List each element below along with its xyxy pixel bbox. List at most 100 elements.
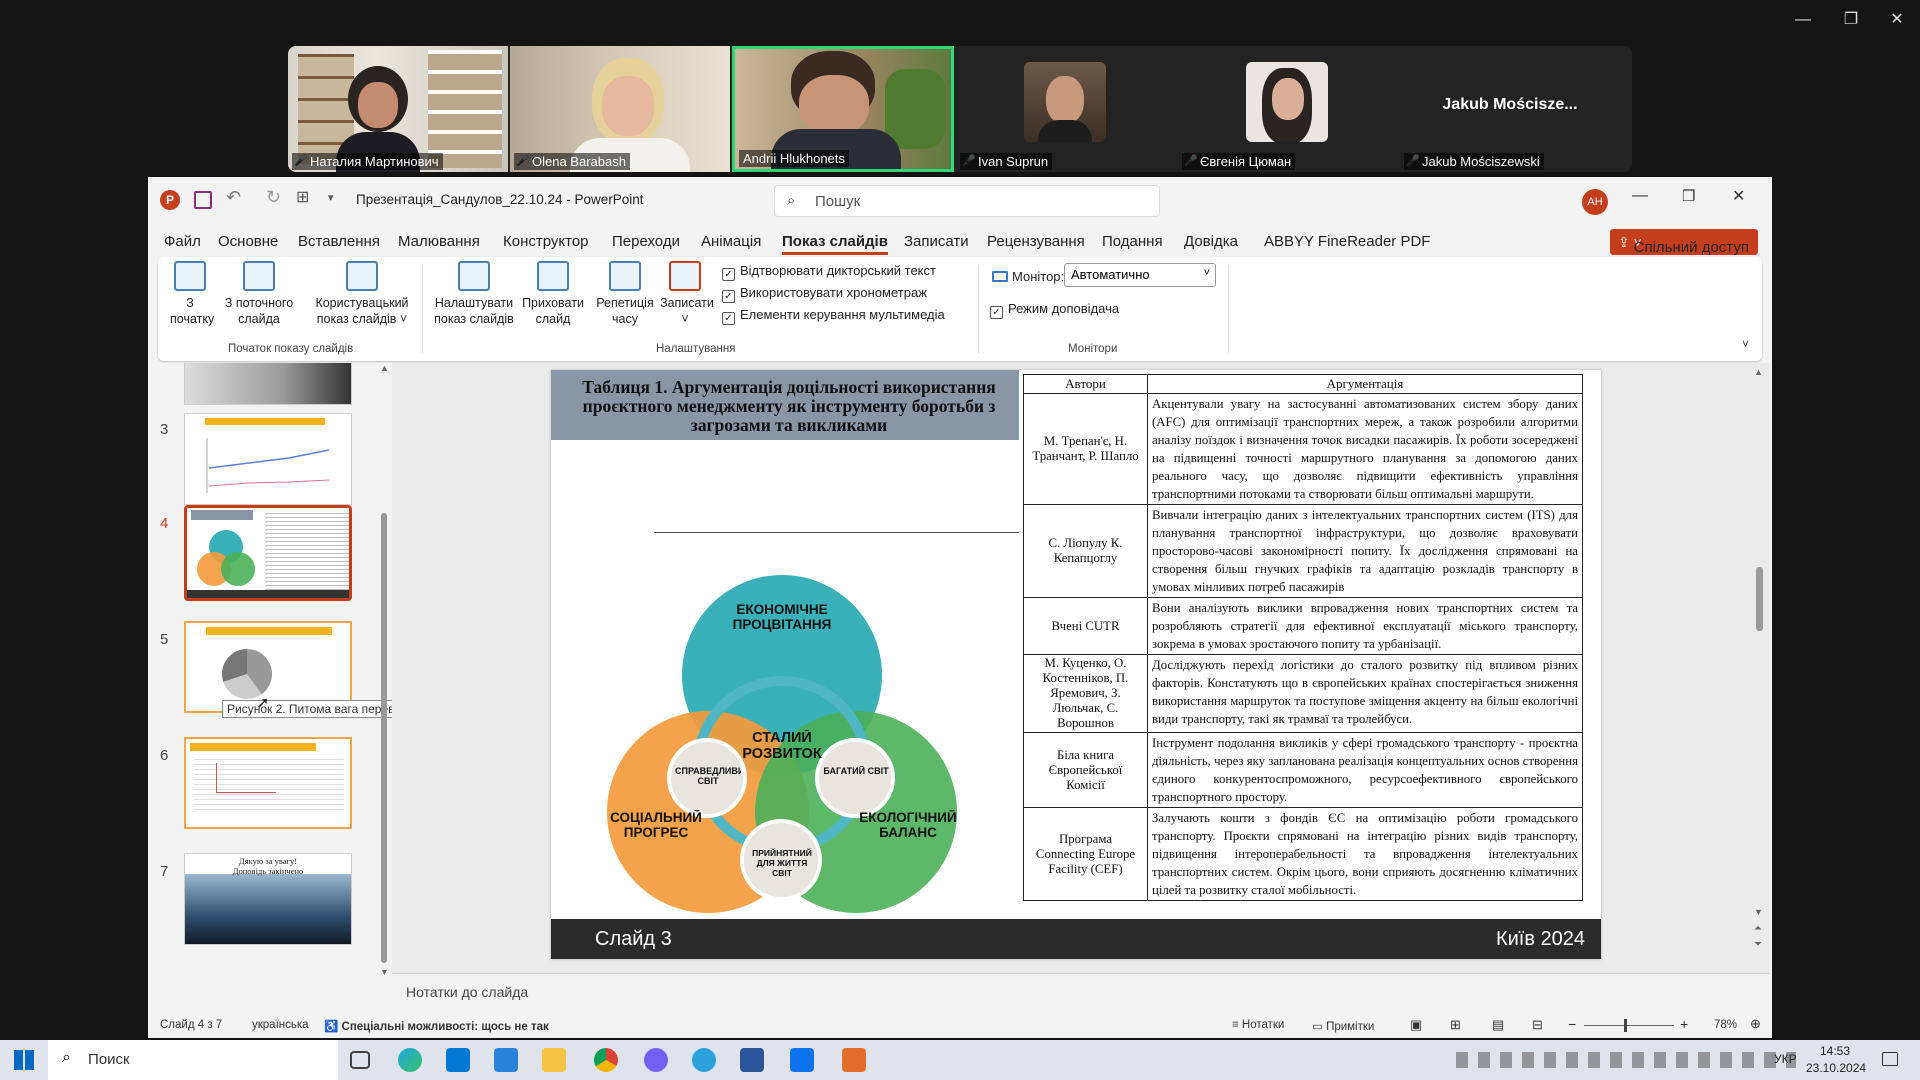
share-button[interactable]: ⇪ Спільний доступ ˅ bbox=[1610, 229, 1758, 256]
setup-show-button[interactable]: Налаштувати показ слайдів bbox=[432, 261, 516, 327]
notes-pane[interactable]: Нотатки до слайда bbox=[392, 973, 1770, 1009]
search-box[interactable]: ⌕ Пошук bbox=[774, 185, 1160, 217]
reading-view-icon[interactable]: ▤ bbox=[1492, 1017, 1504, 1033]
powerpoint-taskbar-icon[interactable] bbox=[842, 1048, 866, 1072]
slide-thumbnail-selected[interactable] bbox=[184, 505, 352, 601]
customize-toolbar-icon[interactable]: ▾ bbox=[328, 191, 334, 204]
scroll-up-icon[interactable]: ▲ bbox=[1754, 367, 1763, 377]
tab-slideshow[interactable]: Показ слайдів bbox=[782, 233, 888, 255]
redo-icon[interactable]: ↻ bbox=[266, 187, 281, 208]
narrations-checkbox[interactable]: ✓ Відтворювати дикторський текст bbox=[722, 263, 936, 281]
slide-sorter-icon[interactable]: ⊞ bbox=[1450, 1017, 1461, 1033]
btn-label: Налаштувати bbox=[434, 296, 514, 310]
slide-thumbnail[interactable] bbox=[184, 363, 352, 405]
comments-toggle-button[interactable]: ▭ Примітки bbox=[1312, 1019, 1374, 1033]
participant-tile[interactable]: 🎤 Olena Barabash bbox=[510, 46, 730, 172]
minimize-button[interactable]: — bbox=[1788, 8, 1818, 32]
avatar[interactable]: АН bbox=[1582, 189, 1608, 215]
from-current-button[interactable]: З поточного слайда bbox=[216, 261, 302, 327]
chrome-icon[interactable] bbox=[594, 1048, 618, 1072]
restore-button[interactable]: ❐ bbox=[1836, 8, 1866, 32]
collapse-ribbon-icon[interactable]: ˅ bbox=[1742, 337, 1749, 351]
scroll-down-icon[interactable]: ▼ bbox=[1754, 907, 1763, 917]
scroll-thumb[interactable] bbox=[381, 513, 387, 963]
tab-animations[interactable]: Анімація bbox=[701, 233, 761, 250]
present-icon[interactable]: ⊞ bbox=[296, 187, 309, 207]
telegram-icon[interactable] bbox=[692, 1048, 716, 1072]
mail-icon[interactable] bbox=[446, 1048, 470, 1072]
participant-tile[interactable]: 🎤 Ivan Suprun bbox=[956, 46, 1176, 172]
thumbnails-scrollbar[interactable]: ▲ ▼ bbox=[380, 363, 389, 979]
tab-file[interactable]: Файл bbox=[164, 233, 201, 250]
input-language[interactable]: УКР bbox=[1774, 1052, 1797, 1066]
hide-slide-button[interactable]: Приховати слайд bbox=[520, 261, 586, 327]
save-icon[interactable] bbox=[194, 191, 212, 209]
clock-time[interactable]: 14:53 bbox=[1820, 1044, 1850, 1058]
from-beginning-button[interactable]: Зпочатку bbox=[170, 261, 214, 327]
tab-view[interactable]: Подання bbox=[1102, 233, 1163, 250]
zoom-level[interactable]: 78% bbox=[1714, 1019, 1737, 1031]
monitor-select[interactable]: Автоматично ˅ bbox=[1064, 263, 1216, 287]
store-icon[interactable] bbox=[494, 1048, 518, 1072]
pp-minimize-button[interactable]: — bbox=[1632, 187, 1648, 205]
arguments-table[interactable]: Автори Аргументація М. Трепан'є, Н. Транч… bbox=[1023, 374, 1583, 901]
participant-name: Євгенія Цюман bbox=[1182, 153, 1296, 170]
notes-toggle-button[interactable]: ≡ Нотатки bbox=[1232, 1019, 1284, 1031]
participant-tile[interactable]: Jakub Mościsze... 🎤 Jakub Mościszewski bbox=[1400, 46, 1620, 172]
zoom-in-icon[interactable]: + bbox=[1680, 1016, 1688, 1032]
clock-date[interactable]: 23.10.2024 bbox=[1806, 1061, 1866, 1075]
task-view-icon[interactable] bbox=[350, 1051, 370, 1069]
tab-design[interactable]: Конструктор bbox=[503, 233, 589, 250]
edge-icon[interactable] bbox=[398, 1048, 422, 1072]
slide[interactable]: Таблиця 1. Аргументація доцільності вико… bbox=[551, 370, 1601, 959]
scroll-up-icon[interactable]: ▲ bbox=[380, 363, 389, 373]
tab-transitions[interactable]: Переходи bbox=[612, 233, 680, 250]
undo-icon[interactable]: ↶ bbox=[226, 187, 241, 208]
slideshow-view-icon[interactable]: ⊟ bbox=[1532, 1017, 1543, 1033]
presenter-view-checkbox[interactable]: ✓ Режим доповідача bbox=[990, 301, 1119, 319]
next-slide-icon[interactable]: ⏷ bbox=[1754, 939, 1762, 950]
slide-number: 6 bbox=[160, 747, 169, 764]
tab-review[interactable]: Рецензування bbox=[987, 233, 1085, 250]
word-icon[interactable] bbox=[740, 1048, 764, 1072]
zoom-icon[interactable] bbox=[790, 1048, 814, 1072]
participant-tile-active[interactable]: Andrii Hlukhonets bbox=[732, 46, 954, 172]
canvas-scrollbar[interactable]: ▲ ▼ ⏶ ⏷ bbox=[1754, 367, 1764, 967]
accessibility-status[interactable]: ♿ Спеціальні можливості: щось не так bbox=[324, 1019, 549, 1033]
zoom-slider-thumb[interactable] bbox=[1624, 1019, 1627, 1032]
pp-restore-button[interactable]: ❐ bbox=[1682, 187, 1695, 205]
participant-tile[interactable]: 🎤 Євгенія Цюман bbox=[1178, 46, 1398, 172]
tab-record[interactable]: Записати bbox=[904, 233, 969, 250]
tab-abbyy[interactable]: ABBYY FineReader PDF bbox=[1264, 233, 1430, 250]
slide-title-box[interactable]: Таблиця 1. Аргументація доцільності вико… bbox=[551, 370, 1019, 440]
scroll-thumb[interactable] bbox=[1756, 567, 1763, 631]
file-explorer-icon[interactable] bbox=[542, 1048, 566, 1072]
timings-checkbox[interactable]: ✓ Використовувати хронометраж bbox=[722, 285, 927, 303]
custom-show-button[interactable]: Користувацький показ слайдів ˅ bbox=[310, 261, 414, 327]
record-button[interactable]: Записати ˅ bbox=[660, 261, 714, 327]
start-button[interactable] bbox=[14, 1050, 34, 1070]
language-indicator[interactable]: українська bbox=[252, 1019, 309, 1031]
system-tray[interactable] bbox=[1456, 1052, 1796, 1068]
tab-draw[interactable]: Малювання bbox=[398, 233, 480, 250]
close-button[interactable]: ✕ bbox=[1882, 8, 1912, 32]
participant-tile[interactable]: 🎤 Наталия Мартинович bbox=[288, 46, 508, 172]
zoom-out-icon[interactable]: − bbox=[1568, 1016, 1576, 1032]
slide-thumbnail[interactable] bbox=[184, 413, 352, 505]
viber-icon[interactable] bbox=[644, 1048, 668, 1072]
slide-thumbnail[interactable]: Дякую за увагу! Доповідь закінчено bbox=[184, 853, 352, 945]
notifications-icon[interactable] bbox=[1882, 1052, 1898, 1066]
tab-help[interactable]: Довідка bbox=[1184, 233, 1238, 250]
media-controls-checkbox[interactable]: ✓ Елементи керування мультимедіа bbox=[722, 307, 945, 325]
tab-home[interactable]: Основне bbox=[218, 233, 278, 250]
scroll-down-icon[interactable]: ▼ bbox=[380, 967, 389, 977]
prev-slide-icon[interactable]: ⏶ bbox=[1754, 923, 1762, 934]
fit-to-window-icon[interactable]: ⊕ bbox=[1750, 1016, 1761, 1032]
pp-close-button[interactable]: ✕ bbox=[1732, 186, 1745, 206]
zoom-slider[interactable] bbox=[1584, 1019, 1674, 1032]
taskbar-search[interactable]: ⌕ Поиск bbox=[48, 1040, 338, 1080]
tab-insert[interactable]: Вставлення bbox=[298, 233, 380, 250]
normal-view-icon[interactable]: ▣ bbox=[1410, 1017, 1422, 1033]
slide-thumbnail[interactable] bbox=[184, 737, 352, 829]
rehearse-timings-button[interactable]: Репетиція часу bbox=[594, 261, 656, 327]
